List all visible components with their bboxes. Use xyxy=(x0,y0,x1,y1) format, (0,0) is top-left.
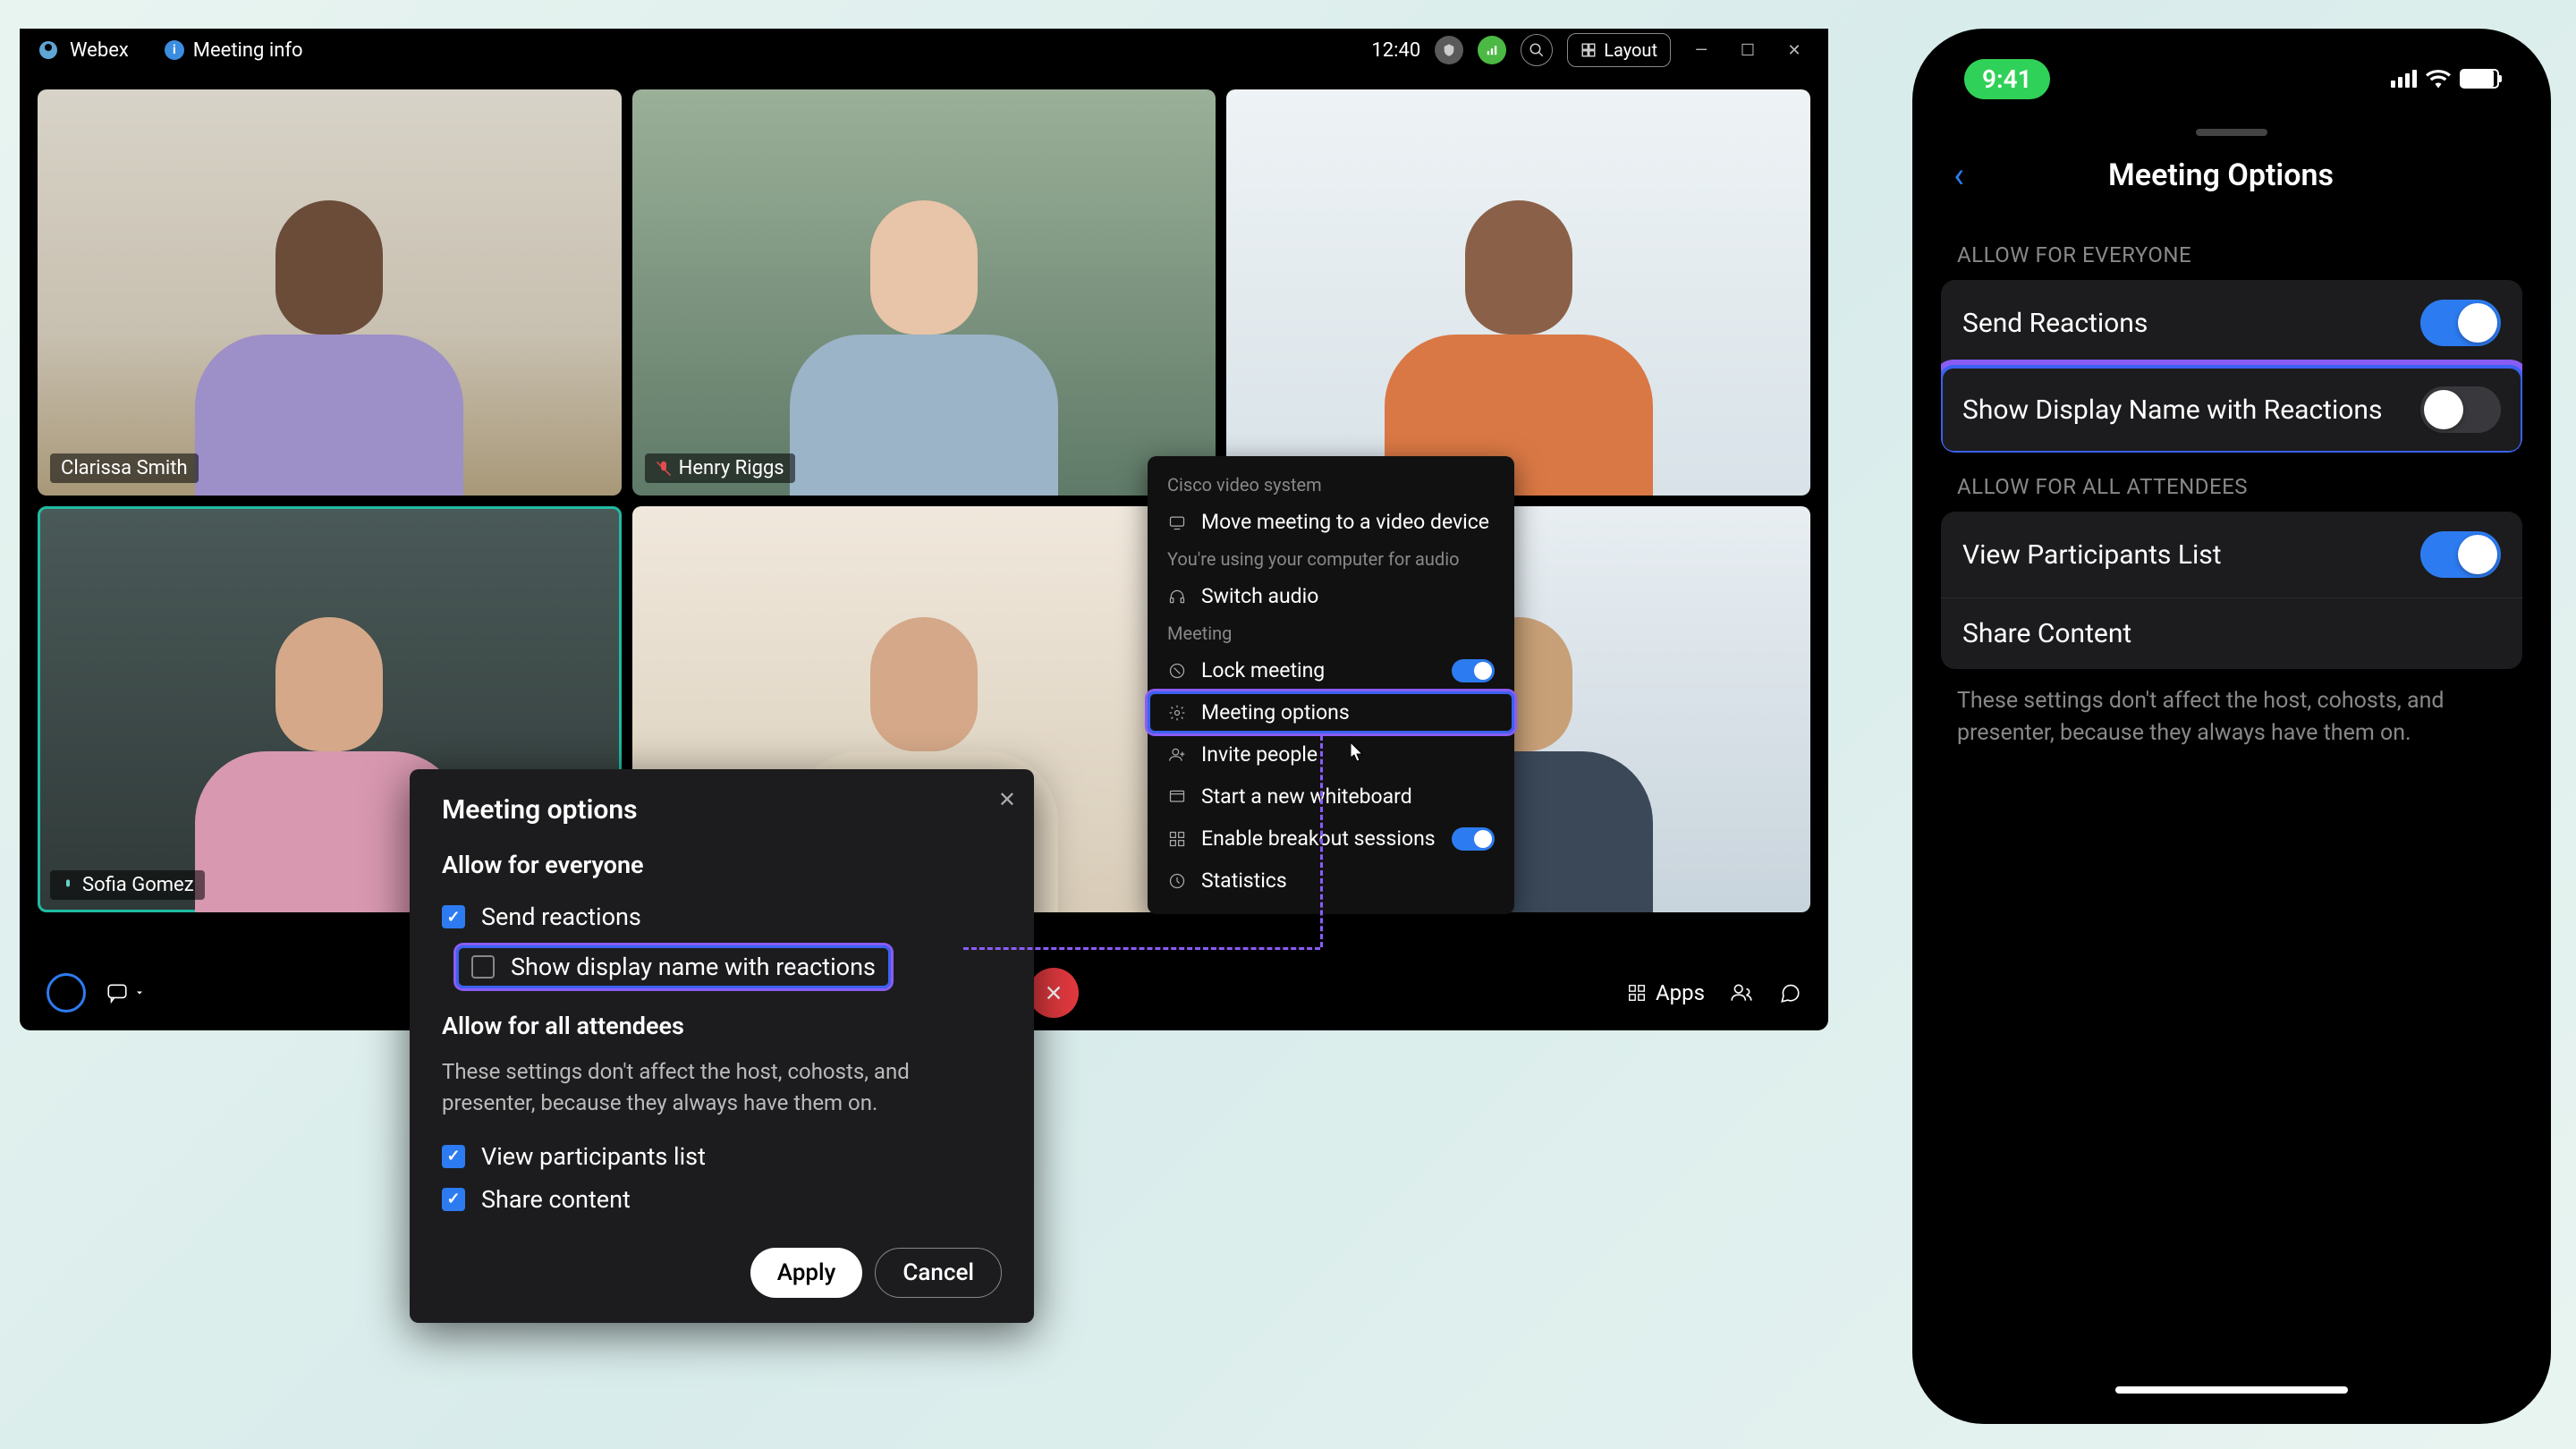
layout-button[interactable]: Layout xyxy=(1567,33,1671,67)
maximize-button[interactable]: ☐ xyxy=(1732,34,1764,66)
participant-tile[interactable] xyxy=(1226,89,1810,496)
mouse-cursor xyxy=(1351,742,1365,762)
invite-icon xyxy=(1167,745,1187,765)
security-icon[interactable] xyxy=(1435,36,1463,64)
self-view[interactable] xyxy=(47,973,86,1013)
view-participants-toggle[interactable] xyxy=(2420,531,2501,578)
muted-mic-icon xyxy=(656,461,672,477)
panel-chat-button[interactable] xyxy=(1778,981,1801,1004)
invite-people-item[interactable]: Invite people xyxy=(1148,733,1514,775)
view-participants-row[interactable]: View Participants List xyxy=(1941,512,2522,598)
section-subtitle: These settings don't affect the host, co… xyxy=(442,1056,1002,1119)
clock: 12:40 xyxy=(1371,39,1420,62)
network-icon[interactable] xyxy=(1478,36,1506,64)
meeting-info-label: Meeting info xyxy=(193,39,303,62)
section-header: ALLOW FOR EVERYONE xyxy=(1928,221,2535,280)
show-display-name-toggle[interactable] xyxy=(2420,386,2501,433)
menu-section-heading: Cisco video system xyxy=(1148,469,1514,501)
move-to-device-item[interactable]: Move meeting to a video device xyxy=(1148,501,1514,543)
whiteboard-icon xyxy=(1167,787,1187,807)
cellular-signal-icon xyxy=(2391,70,2417,88)
chat-button[interactable] xyxy=(106,981,145,1004)
section-heading: Allow for all attendees xyxy=(442,1012,1002,1040)
show-display-name-row[interactable]: Show Display Name with Reactions xyxy=(1941,367,2522,453)
grid-icon xyxy=(1580,42,1597,58)
wifi-icon xyxy=(2426,69,2451,89)
device-icon xyxy=(1167,513,1187,532)
send-reactions-toggle[interactable] xyxy=(2420,300,2501,346)
headset-icon xyxy=(1167,587,1187,606)
participant-name-badge: Sofia Gomez xyxy=(50,870,205,900)
menu-note: You're using your computer for audio xyxy=(1148,543,1514,575)
whiteboard-item[interactable]: Start a new whiteboard xyxy=(1148,775,1514,818)
menu-section-heading: Meeting xyxy=(1148,617,1514,649)
send-reactions-row[interactable]: Send Reactions xyxy=(1941,280,2522,367)
breakout-toggle[interactable] xyxy=(1452,827,1495,851)
status-bar: 9:41 xyxy=(1928,45,2535,113)
webex-logo-icon xyxy=(38,39,59,61)
section-header: ALLOW FOR ALL ATTENDEES xyxy=(1928,453,2535,512)
breakout-icon xyxy=(1167,829,1187,849)
section-caption: These settings don't affect the host, co… xyxy=(1928,669,2535,767)
speaking-icon xyxy=(61,878,75,893)
mobile-device-frame: 9:41 ‹ Meeting Options ALLOW FOR EVERYON… xyxy=(1912,29,2551,1424)
layout-label: Layout xyxy=(1604,39,1657,61)
minimize-button[interactable]: — xyxy=(1685,34,1717,66)
dialog-title: Meeting options xyxy=(442,794,1002,826)
dialog-close-button[interactable]: ✕ xyxy=(998,787,1016,812)
chat-icon xyxy=(106,981,129,1004)
breakout-item[interactable]: Enable breakout sessions xyxy=(1148,818,1514,860)
meeting-options-item[interactable]: Meeting options xyxy=(1148,691,1514,733)
more-options-menu: Cisco video system Move meeting to a vid… xyxy=(1148,456,1514,914)
participant-name-badge: Henry Riggs xyxy=(645,453,795,483)
settings-list: Send Reactions Show Display Name with Re… xyxy=(1941,280,2522,453)
back-button[interactable]: ‹ xyxy=(1953,154,1964,196)
lock-meeting-toggle[interactable] xyxy=(1452,659,1495,682)
close-icon xyxy=(1044,983,1063,1003)
participant-tile[interactable]: Henry Riggs xyxy=(632,89,1216,496)
participants-button[interactable] xyxy=(1730,981,1753,1004)
meeting-options-dialog: ✕ Meeting options Allow for everyone ✓ S… xyxy=(410,769,1034,1323)
app-brand: Webex xyxy=(38,39,129,62)
apply-button[interactable]: Apply xyxy=(750,1248,863,1298)
close-button[interactable]: ✕ xyxy=(1778,34,1810,66)
participant-tile[interactable]: Clarissa Smith xyxy=(38,89,622,496)
status-time: 9:41 xyxy=(1964,59,2050,99)
search-button[interactable] xyxy=(1521,34,1553,66)
checkbox-checked-icon: ✓ xyxy=(442,1145,465,1168)
share-content-row[interactable]: Share Content xyxy=(1941,598,2522,669)
section-heading: Allow for everyone xyxy=(442,851,1002,879)
cancel-button[interactable]: Cancel xyxy=(875,1248,1002,1298)
mobile-screen: 9:41 ‹ Meeting Options ALLOW FOR EVERYON… xyxy=(1928,45,2535,1408)
participant-name-badge: Clarissa Smith xyxy=(50,453,199,483)
titlebar: Webex i Meeting info 12:40 Layout — ☐ ✕ xyxy=(20,29,1828,72)
checkbox-unchecked-icon xyxy=(471,955,495,979)
send-reactions-checkbox-row[interactable]: ✓ Send reactions xyxy=(442,895,1002,938)
switch-audio-item[interactable]: Switch audio xyxy=(1148,575,1514,617)
statistics-item[interactable]: Statistics xyxy=(1148,860,1514,902)
lock-icon xyxy=(1167,661,1187,681)
lock-meeting-item[interactable]: Lock meeting xyxy=(1148,649,1514,691)
mobile-title: Meeting Options xyxy=(1964,157,2478,193)
home-indicator[interactable] xyxy=(2115,1386,2348,1394)
stats-icon xyxy=(1167,871,1187,891)
show-display-name-checkbox-row[interactable]: Show display name with reactions xyxy=(456,945,891,988)
view-participants-checkbox-row[interactable]: ✓ View participants list xyxy=(442,1135,1002,1178)
app-name: Webex xyxy=(70,39,129,62)
battery-icon xyxy=(2460,69,2499,89)
gear-icon xyxy=(1167,703,1187,723)
checkbox-checked-icon: ✓ xyxy=(442,1188,465,1211)
apps-icon xyxy=(1627,983,1647,1003)
sheet-grabber[interactable] xyxy=(2196,129,2267,136)
show-display-name-row: Show display name with reactions xyxy=(442,938,1002,996)
meeting-info-button[interactable]: i Meeting info xyxy=(165,39,303,62)
checkbox-checked-icon: ✓ xyxy=(442,905,465,928)
mobile-header: ‹ Meeting Options xyxy=(1928,154,2535,221)
chevron-down-icon xyxy=(134,987,145,998)
apps-button[interactable]: Apps xyxy=(1627,980,1705,1005)
share-content-checkbox-row[interactable]: ✓ Share content xyxy=(442,1178,1002,1221)
settings-list: View Participants List Share Content xyxy=(1941,512,2522,669)
info-icon: i xyxy=(165,40,184,60)
leave-button[interactable] xyxy=(1029,968,1079,1018)
